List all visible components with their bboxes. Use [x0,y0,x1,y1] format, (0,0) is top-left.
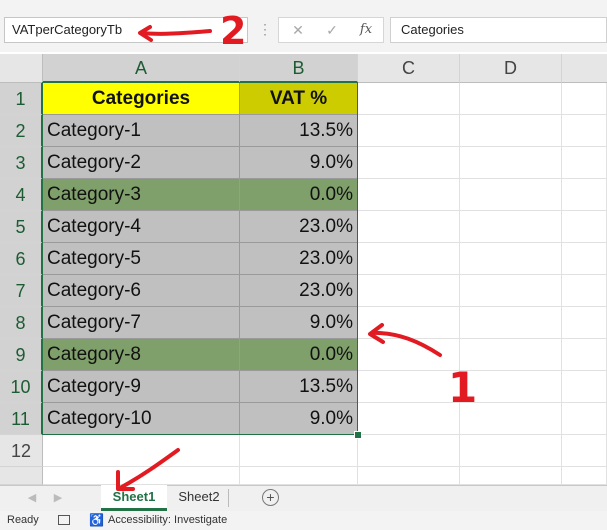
arrow-to-table [370,330,442,357]
annotation-label-1: 1 [448,363,477,412]
annotation-label-2: 2 [220,9,246,53]
annotation-layer: 2 1 [116,9,477,491]
arrow-to-sheet-tab [118,448,180,490]
arrow-to-namebox [140,29,212,36]
